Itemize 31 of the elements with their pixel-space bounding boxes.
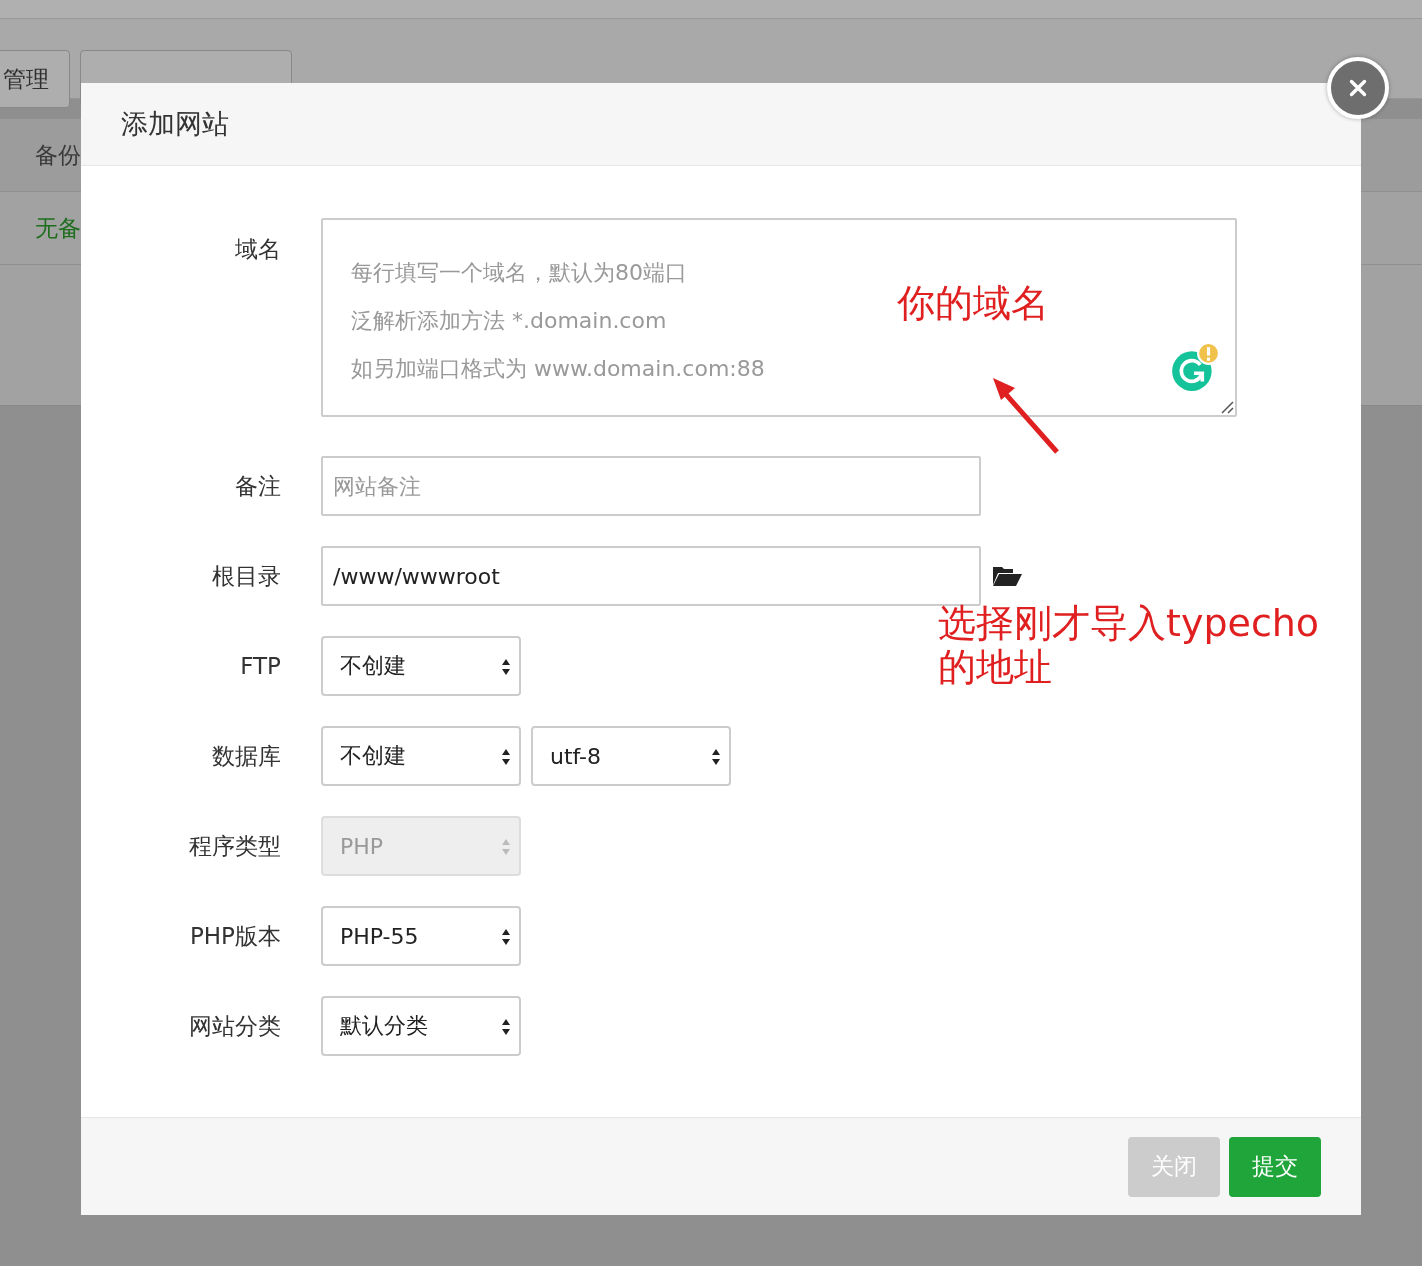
select-field[interactable]: 不创建	[321, 726, 521, 786]
sort-arrows-icon	[501, 748, 511, 766]
folder-icon[interactable]	[991, 564, 1023, 588]
sort-arrows-icon	[501, 928, 511, 946]
field-label: FTP	[239, 653, 282, 679]
sort-arrows-icon	[501, 838, 511, 856]
annotation-text: 你的域名	[897, 281, 1049, 325]
field-label: 网站分类	[188, 1011, 282, 1041]
field-label: PHP版本	[188, 921, 282, 951]
dialog-title: 添加网站	[121, 107, 229, 141]
select-field[interactable]: 默认分类	[321, 996, 521, 1056]
field-label: 根目录	[211, 561, 282, 591]
placeholder-line: 每行填写一个域名，默认为80端口	[351, 259, 687, 287]
sort-arrows-icon	[501, 658, 511, 676]
placeholder-line: 如另加端口格式为 www.domain.com:88	[351, 355, 765, 383]
field-label: 数据库	[211, 741, 282, 771]
path-field[interactable]: /www/wwwroot	[321, 546, 981, 606]
table-cell-text: 无备	[35, 213, 81, 243]
field-label: 备注	[234, 471, 282, 501]
sort-arrows-icon	[501, 1018, 511, 1036]
select-field[interactable]: PHP-55	[321, 906, 521, 966]
placeholder-line: 泛解析添加方法 *.domain.com	[351, 307, 667, 335]
select-field[interactable]: 不创建	[321, 636, 521, 696]
field-label: 程序类型	[188, 831, 282, 861]
page-tab[interactable]: 管理	[0, 50, 70, 108]
sort-arrows-icon	[711, 748, 721, 766]
select-field[interactable]: utf-8	[531, 726, 731, 786]
resize-handle-icon[interactable]	[1220, 400, 1234, 414]
table-header: 备份	[35, 140, 81, 170]
remark-field[interactable]: 网站备注	[321, 456, 981, 516]
field-label: 域名	[234, 235, 282, 264]
